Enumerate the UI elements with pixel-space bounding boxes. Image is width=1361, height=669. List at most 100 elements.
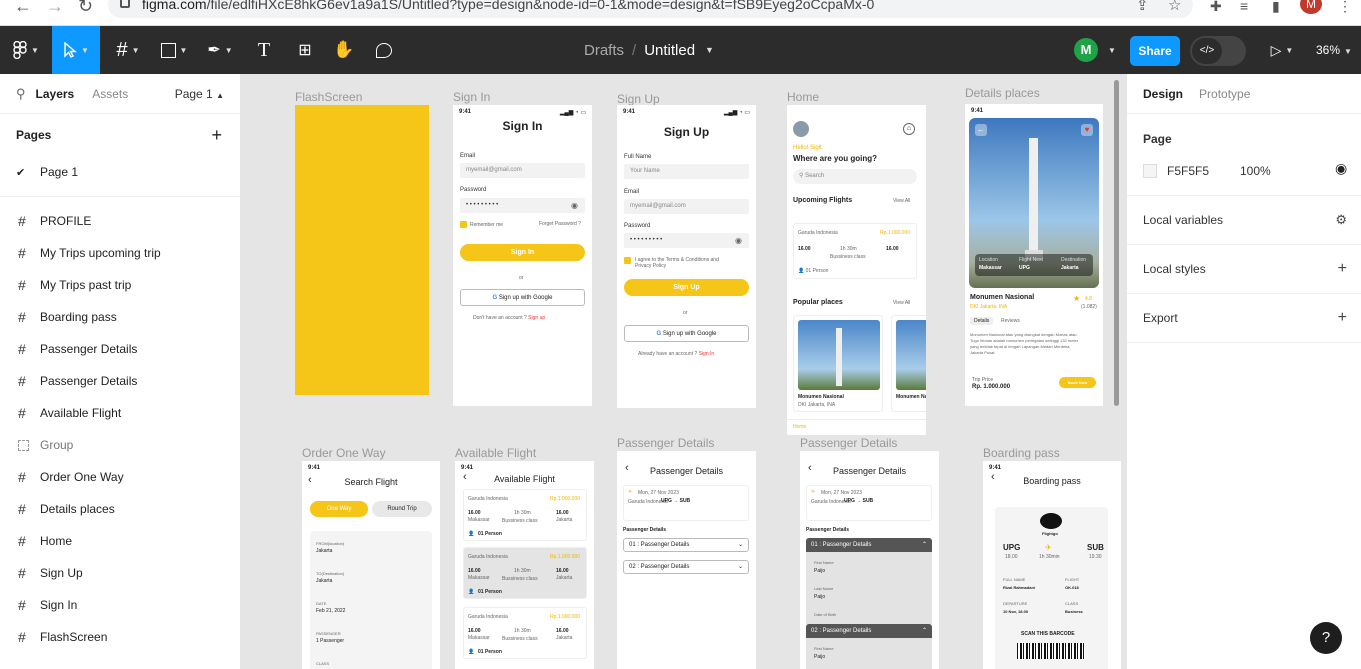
frame-order-one-way[interactable]: 9:41 ‹ Search Flight One Way Round Trip … (302, 461, 440, 669)
frame-tool-button[interactable]: # ▼ (108, 26, 148, 74)
tab-reviews[interactable]: Reviews (1001, 318, 1020, 324)
tab-assets[interactable]: Assets (92, 87, 128, 101)
main-menu-button[interactable]: ▼ (0, 26, 52, 74)
extensions-icon[interactable]: ✚ (1210, 0, 1222, 13)
layer-item[interactable]: # Home (0, 525, 240, 557)
page-selector[interactable]: Page 1 ▲ (175, 87, 224, 101)
eye-icon[interactable]: ◉ (571, 201, 578, 210)
frame-passenger-details-1[interactable]: ‹ Passenger Details ✈ Mon, 27 Nov 2023 G… (617, 451, 756, 669)
search-icon[interactable]: ⚲ (16, 86, 26, 102)
add-icon[interactable]: + (1338, 260, 1347, 278)
layer-item[interactable]: # Boarding pass (0, 301, 240, 333)
heart-icon[interactable]: ♥ (1081, 124, 1093, 136)
frame-label-order[interactable]: Order One Way (302, 446, 386, 460)
profile-avatar[interactable]: M (1300, 0, 1322, 14)
add-page-icon[interactable]: + (211, 125, 222, 146)
last-name-value[interactable]: Paijo (814, 594, 825, 600)
back-icon[interactable]: ← (14, 0, 32, 15)
help-button[interactable]: ? (1310, 622, 1342, 654)
shape-tool-button[interactable]: ▼ (154, 26, 194, 74)
email-field[interactable]: myemail@gmail.com (624, 199, 749, 214)
frame-flashscreen[interactable] (295, 105, 429, 395)
layer-item[interactable]: # Order One Way (0, 461, 240, 493)
layer-item[interactable]: # Details places (0, 493, 240, 525)
signin-link[interactable]: Sign In (699, 351, 715, 357)
place-card[interactable]: Monumen Nasional DKI Jakarta, INA (793, 315, 883, 412)
password-field[interactable]: • • • • • • • • • (460, 198, 585, 213)
signup-link[interactable]: Sign up (528, 315, 545, 321)
layer-item[interactable]: # FlashScreen (0, 621, 240, 653)
share-page-icon[interactable]: ⇪ (1136, 0, 1149, 13)
bg-color-hex[interactable]: F5F5F5 (1167, 164, 1209, 178)
layer-item[interactable]: Group (0, 429, 240, 461)
email-field[interactable]: myemail@gmail.com (460, 163, 585, 178)
pen-tool-button[interactable]: ✒ ▼ (200, 26, 240, 74)
bg-opacity[interactable]: 100% (1240, 164, 1271, 178)
browser-menu-icon[interactable]: ⋮ (1338, 0, 1352, 13)
layer-item[interactable]: # PROFILE (0, 205, 240, 237)
frame-home[interactable]: ⌂ Hello! Sigit Where are you going? ⚲ Se… (787, 105, 926, 435)
bell-icon[interactable]: ⌂ (903, 123, 915, 135)
eye-icon[interactable]: ◉ (735, 236, 742, 245)
tab-prototype[interactable]: Prototype (1199, 87, 1250, 101)
hand-tool-button[interactable]: ✋ (328, 26, 360, 74)
tab-layers[interactable]: Layers (36, 87, 75, 101)
back-icon[interactable]: ← (975, 124, 987, 136)
passenger-accordion-2[interactable]: 02 : Passenger Details ⌃ (806, 624, 932, 638)
first-name-value[interactable]: Paijo (814, 568, 825, 574)
bg-color-swatch[interactable] (1143, 164, 1157, 178)
resources-button[interactable]: ⊞ (288, 26, 322, 74)
chevron-down-icon[interactable]: ▼ (705, 45, 714, 55)
frame-signup[interactable]: 9:41 ▂▄▆ ◔ ▭ Sign Up Full Name Your Name… (617, 105, 756, 408)
drafts-link[interactable]: Drafts (584, 42, 624, 59)
sidepanel-icon[interactable]: ▮ (1272, 0, 1280, 13)
sliders-icon[interactable]: ⚙ (1335, 212, 1347, 228)
passenger-accordion-1[interactable]: 01 : Passenger Details ⌃ (806, 538, 932, 552)
signin-button[interactable]: Sign In (460, 244, 585, 261)
canvas-scrollbar[interactable] (1114, 80, 1119, 406)
frame-label-details[interactable]: Details places (965, 86, 1040, 100)
comment-tool-button[interactable] (368, 26, 400, 74)
export-section[interactable]: Export + (1127, 294, 1361, 343)
tab-design[interactable]: Design (1143, 87, 1183, 101)
forward-icon[interactable]: → (46, 0, 64, 15)
google-signup-button[interactable]: G Sign up with Google (624, 325, 749, 342)
layer-item[interactable]: # Passenger Details (0, 365, 240, 397)
layer-item[interactable]: # My Trips past trip (0, 269, 240, 301)
avatar[interactable] (793, 121, 809, 137)
add-icon[interactable]: + (1338, 309, 1347, 327)
search-input[interactable]: ⚲ Search (793, 169, 917, 184)
one-way-toggle[interactable]: One Way (310, 501, 368, 517)
to-value[interactable]: Jakarta (316, 578, 332, 584)
address-bar[interactable]: figma.com/file/edlfiHXcE8hkG6ev1a9a1S/Un… (108, 0, 1193, 18)
reload-icon[interactable]: ↻ (78, 0, 93, 15)
present-button[interactable]: ▷ ▼ (1262, 26, 1302, 74)
frame-label-flashscreen[interactable]: FlashScreen (295, 90, 362, 104)
date-value[interactable]: Feb 21, 2022 (316, 608, 345, 614)
local-variables-section[interactable]: Local variables ⚙ (1127, 196, 1361, 245)
frame-boarding-pass[interactable]: 9:41 ‹ Boarding pass Flightgo UPG 18.00 … (983, 461, 1121, 669)
passenger-value[interactable]: 1 Passenger (316, 638, 344, 644)
media-icon[interactable]: ≡ (1240, 0, 1248, 13)
bookmark-star-icon[interactable]: ☆ (1168, 0, 1181, 13)
dev-mode-toggle[interactable]: </> (1190, 36, 1246, 66)
layer-item[interactable]: # Sign In (0, 589, 240, 621)
zoom-menu[interactable]: 36% ▼ (1316, 26, 1352, 74)
book-now-button[interactable]: Book Now (1059, 377, 1096, 388)
nav-home[interactable]: Home (793, 424, 806, 430)
frame-label-boarding[interactable]: Boarding pass (983, 446, 1060, 460)
fullname-field[interactable]: Your Name (624, 164, 749, 179)
frame-label-signup[interactable]: Sign Up (617, 92, 660, 106)
passenger-accordion-1[interactable]: 01 : Passenger Details ⌄ (623, 538, 749, 552)
frame-passenger-details-2[interactable]: ‹ Passenger Details ✈ Mon, 27 Nov 2023 G… (800, 451, 939, 669)
google-signup-button[interactable]: G Sign up with Google (460, 289, 585, 306)
user-avatar[interactable]: M (1074, 38, 1098, 62)
file-name[interactable]: Untitled (644, 42, 695, 59)
round-trip-toggle[interactable]: Round Trip (372, 501, 432, 517)
layer-item[interactable]: # Available Flight (0, 397, 240, 429)
frame-label-available[interactable]: Available Flight (455, 446, 536, 460)
local-styles-section[interactable]: Local styles + (1127, 245, 1361, 294)
tab-details[interactable]: Details (970, 317, 994, 325)
share-button[interactable]: Share (1130, 36, 1180, 66)
page-item[interactable]: ✔ Page 1 (0, 156, 240, 188)
